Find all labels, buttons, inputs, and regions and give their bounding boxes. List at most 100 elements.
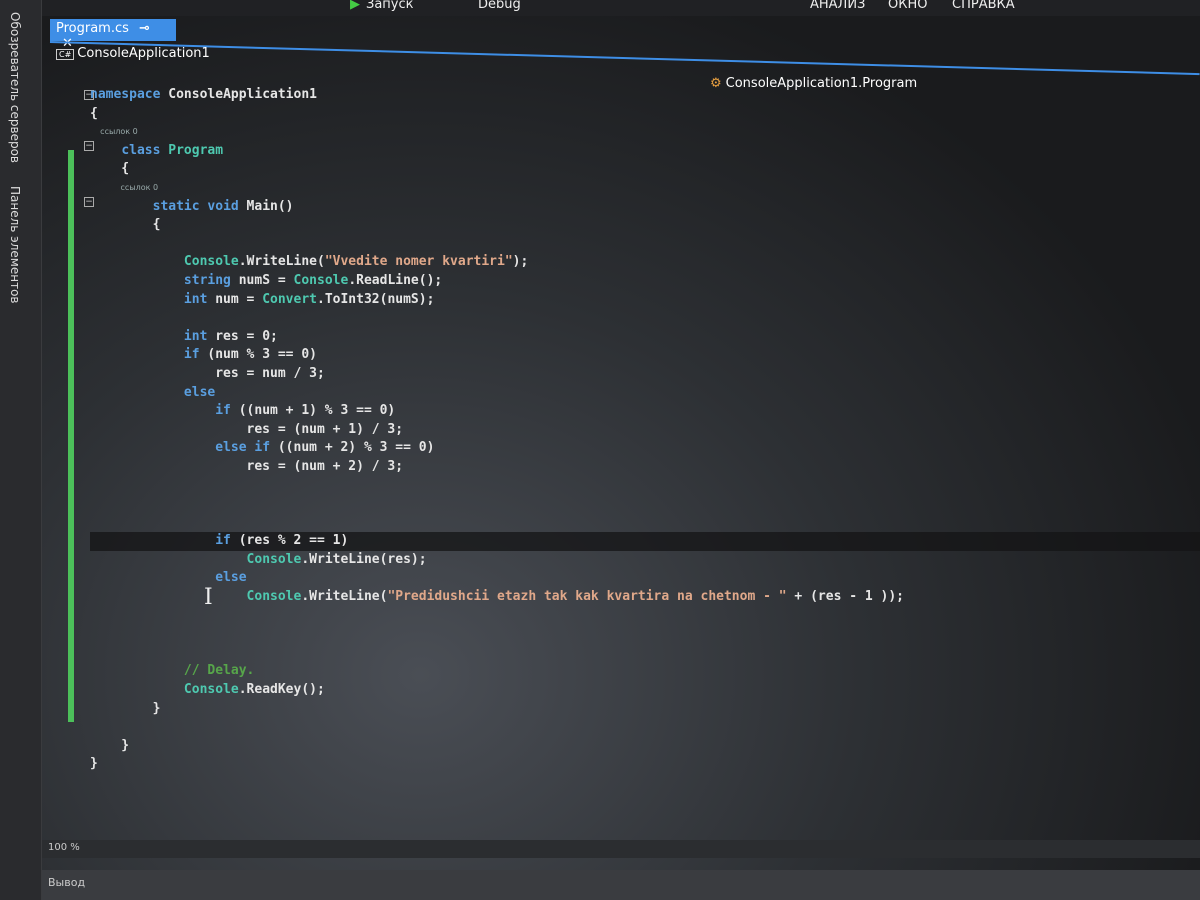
- code-token: .ToInt32(numS);: [317, 291, 435, 307]
- code-token: }: [90, 700, 161, 716]
- code-line: Console.WriteLine("Vvedite nomer kvartir…: [90, 253, 1200, 272]
- code-line: res = (num + 1) / 3;: [90, 421, 1200, 440]
- code-token: numS =: [238, 272, 294, 288]
- code-token: Main(): [246, 198, 294, 214]
- code-token: res = (num + 1) / 3;: [90, 421, 404, 437]
- code-token: else: [215, 570, 247, 586]
- code-token: num =: [215, 291, 263, 307]
- editor-status-bar: 100 %: [42, 840, 1200, 858]
- code-token: Console: [246, 589, 302, 605]
- run-icon[interactable]: ▶: [350, 0, 360, 12]
- code-token: .WriteLine(res);: [301, 551, 427, 567]
- code-line: if (res % 2 == 1): [90, 532, 1200, 551]
- code-line: }: [90, 755, 1200, 774]
- code-line: Console.ReadKey();: [90, 681, 1200, 700]
- config-dropdown[interactable]: Debug: [478, 0, 521, 12]
- code-token: else: [183, 384, 216, 400]
- toolbox-tab[interactable]: Панель элементов: [8, 186, 22, 304]
- code-token: res = 0;: [215, 328, 278, 344]
- side-panel: Обозреватель серверов Панель элементов: [0, 0, 42, 900]
- project-label: ConsoleApplication1: [77, 46, 210, 61]
- code-line: if (num % 3 == 0): [90, 346, 1200, 365]
- code-token: Console: [246, 551, 302, 567]
- code-line: else: [90, 569, 1200, 588]
- code-token: if: [215, 533, 239, 549]
- menu-help[interactable]: СПРАВКА: [952, 0, 1015, 12]
- menu-analyze[interactable]: АНАЛИЗ: [810, 0, 865, 12]
- code-line: Console.WriteLine(res);: [90, 551, 1200, 570]
- code-token: .WriteLine(: [301, 589, 388, 605]
- code-line: res = (num + 2) / 3;: [90, 458, 1200, 477]
- code-token: ((num + 2) % 3 == 0): [277, 440, 435, 456]
- code-token: .ReadLine();: [348, 272, 443, 288]
- project-dropdown[interactable]: C# ConsoleApplication1: [56, 46, 210, 61]
- code-token: "Vvedite nomer kvartiri": [324, 254, 513, 270]
- code-editor[interactable]: namespace ConsoleApplication1{ ссылок 0 …: [90, 86, 1200, 774]
- code-token: string: [183, 272, 239, 288]
- code-token: {: [90, 161, 130, 177]
- tab-program-cs[interactable]: Program.cs ⊸ ✕: [50, 19, 176, 51]
- code-line: {: [90, 160, 1200, 179]
- code-token: {: [90, 105, 98, 121]
- code-token: if: [183, 347, 208, 363]
- output-tab[interactable]: Вывод: [48, 876, 85, 889]
- code-token: ConsoleApplication1: [168, 87, 317, 102]
- code-line: if ((num + 1) % 3 == 0): [90, 402, 1200, 421]
- code-line: {: [90, 216, 1200, 235]
- code-line: }: [90, 700, 1200, 719]
- code-token: // Delay.: [183, 663, 255, 679]
- code-token: int: [183, 328, 216, 344]
- code-line: int num = Convert.ToInt32(numS);: [90, 291, 1200, 310]
- output-panel: Вывод: [42, 870, 1200, 900]
- zoom-level[interactable]: 100 %: [48, 842, 80, 853]
- code-token: .WriteLine(: [238, 254, 325, 270]
- code-token: (num % 3 == 0): [207, 347, 317, 363]
- code-token: Convert: [262, 291, 317, 307]
- server-explorer-tab[interactable]: Обозреватель серверов: [8, 12, 22, 163]
- run-button[interactable]: Запуск: [366, 0, 414, 12]
- code-line: namespace ConsoleApplication1: [90, 86, 1200, 105]
- code-token: Program: [168, 142, 224, 158]
- codelens-references[interactable]: ссылок 0: [90, 179, 1200, 198]
- toolbar: ▶ Запуск Debug АНАЛИЗ ОКНО СПРАВКА: [0, 0, 1200, 16]
- code-token: res = (num + 2) / 3;: [90, 458, 404, 474]
- code-token: class: [121, 142, 169, 158]
- tab-label: Program.cs: [56, 21, 129, 36]
- code-token: if: [215, 403, 239, 419]
- code-line: {: [90, 105, 1200, 124]
- codelens-references[interactable]: ссылок 0: [90, 123, 1200, 142]
- code-token: }: [90, 737, 130, 753]
- code-token: );: [512, 254, 529, 270]
- code-line: // Delay.: [90, 662, 1200, 681]
- code-line: }: [90, 737, 1200, 756]
- menu-window[interactable]: ОКНО: [888, 0, 927, 12]
- pin-icon[interactable]: ⊸: [139, 21, 150, 36]
- code-line: string numS = Console.ReadLine();: [90, 272, 1200, 291]
- code-token: {: [90, 217, 161, 233]
- code-token: namespace: [90, 87, 169, 102]
- code-token: static void: [152, 198, 247, 214]
- code-token: else if: [215, 440, 278, 456]
- code-token: Console: [293, 272, 349, 288]
- code-token: + (res - 1 ));: [786, 589, 905, 605]
